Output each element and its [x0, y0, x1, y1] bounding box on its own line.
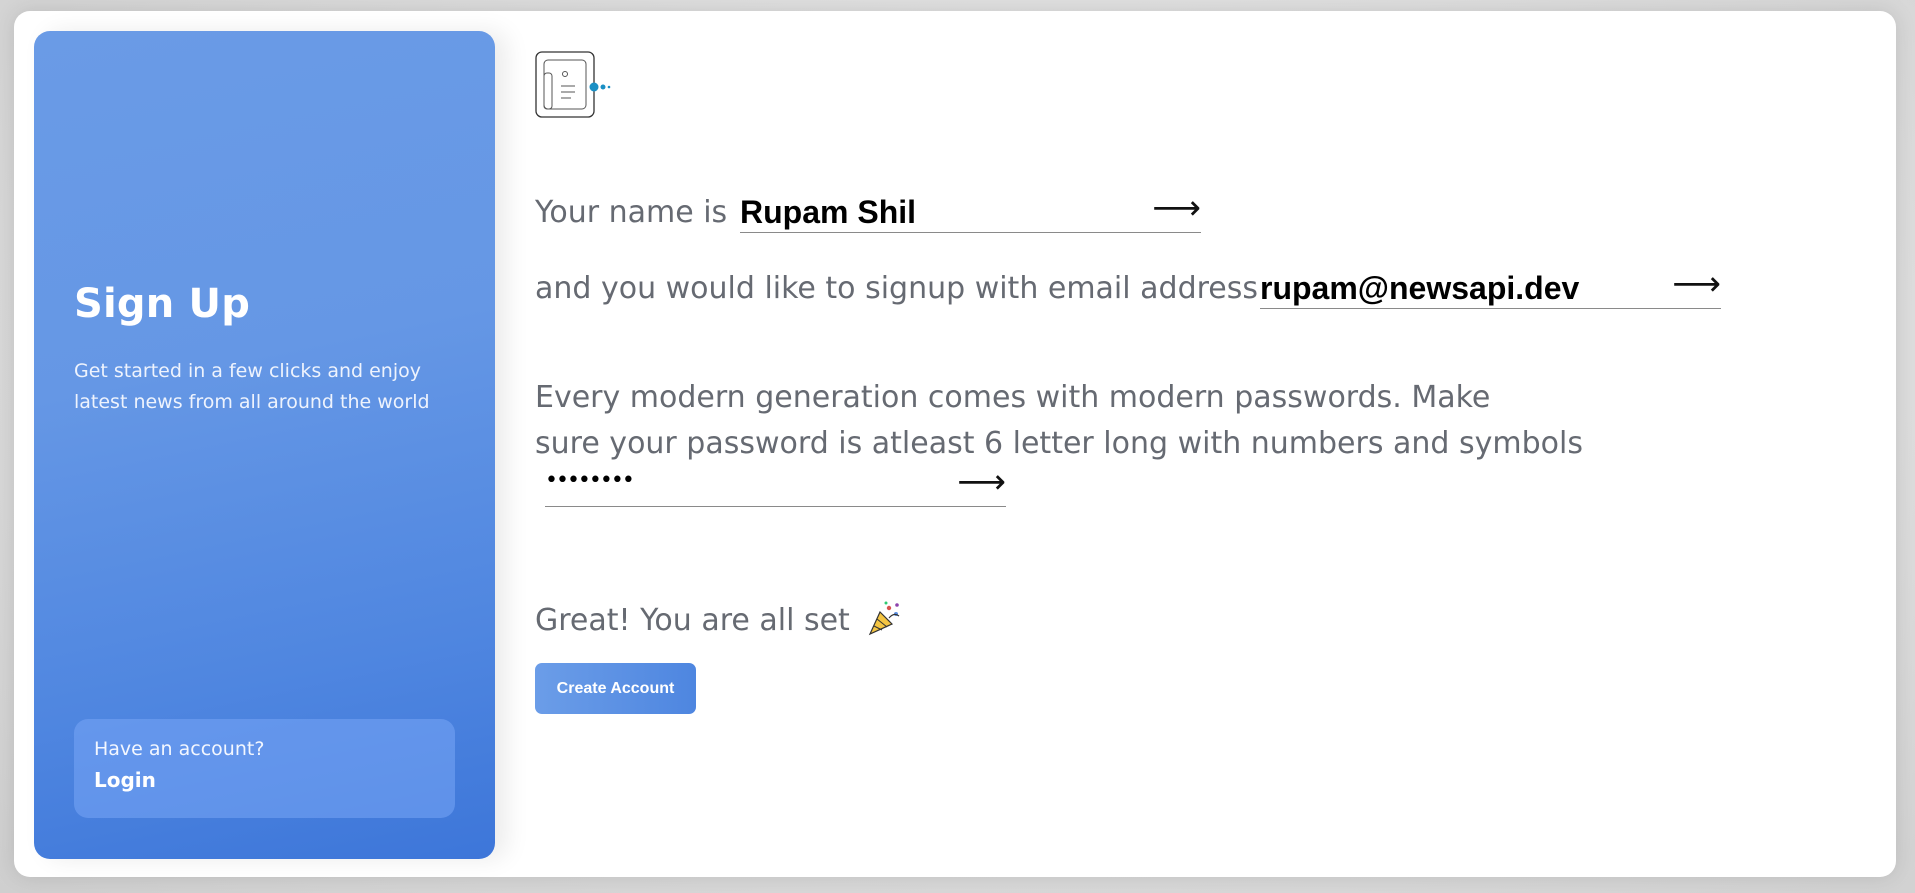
arrow-right-icon[interactable]: ⟶: [957, 462, 1006, 502]
create-account-button[interactable]: Create Account: [535, 663, 696, 714]
done-text: Great! You are all set: [535, 603, 850, 638]
have-account-text: Have an account?: [94, 738, 265, 760]
email-prompt: and you would like to signup with email …: [535, 271, 1259, 306]
name-prompt: Your name is: [535, 195, 728, 230]
arrow-right-icon[interactable]: ⟶: [1152, 188, 1201, 228]
sidebar-title: Sign Up: [74, 281, 251, 327]
email-field: ⟶: [1260, 264, 1721, 309]
signup-sidebar: Sign Up Get started in a few clicks and …: [34, 31, 495, 859]
password-field[interactable]: •••••••• ⟶: [545, 462, 1006, 507]
party-popper-icon: [867, 600, 903, 644]
password-prompt-line1: Every modern generation comes with moder…: [535, 380, 1491, 415]
password-input[interactable]: ••••••••: [545, 468, 635, 493]
sidebar-subtitle: Get started in a few clicks and enjoy la…: [74, 360, 430, 413]
login-box: Have an account? Login: [74, 719, 455, 818]
email-input[interactable]: [1260, 268, 1680, 308]
password-prompt-line2: sure your password is atleast 6 letter l…: [535, 426, 1583, 461]
name-input[interactable]: [740, 192, 1160, 232]
done-message: Great! You are all set: [535, 600, 903, 644]
login-link[interactable]: Login: [94, 768, 156, 792]
newspaper-icon: [535, 51, 613, 119]
arrow-right-icon[interactable]: ⟶: [1672, 264, 1721, 304]
name-field: ⟶: [740, 188, 1201, 233]
